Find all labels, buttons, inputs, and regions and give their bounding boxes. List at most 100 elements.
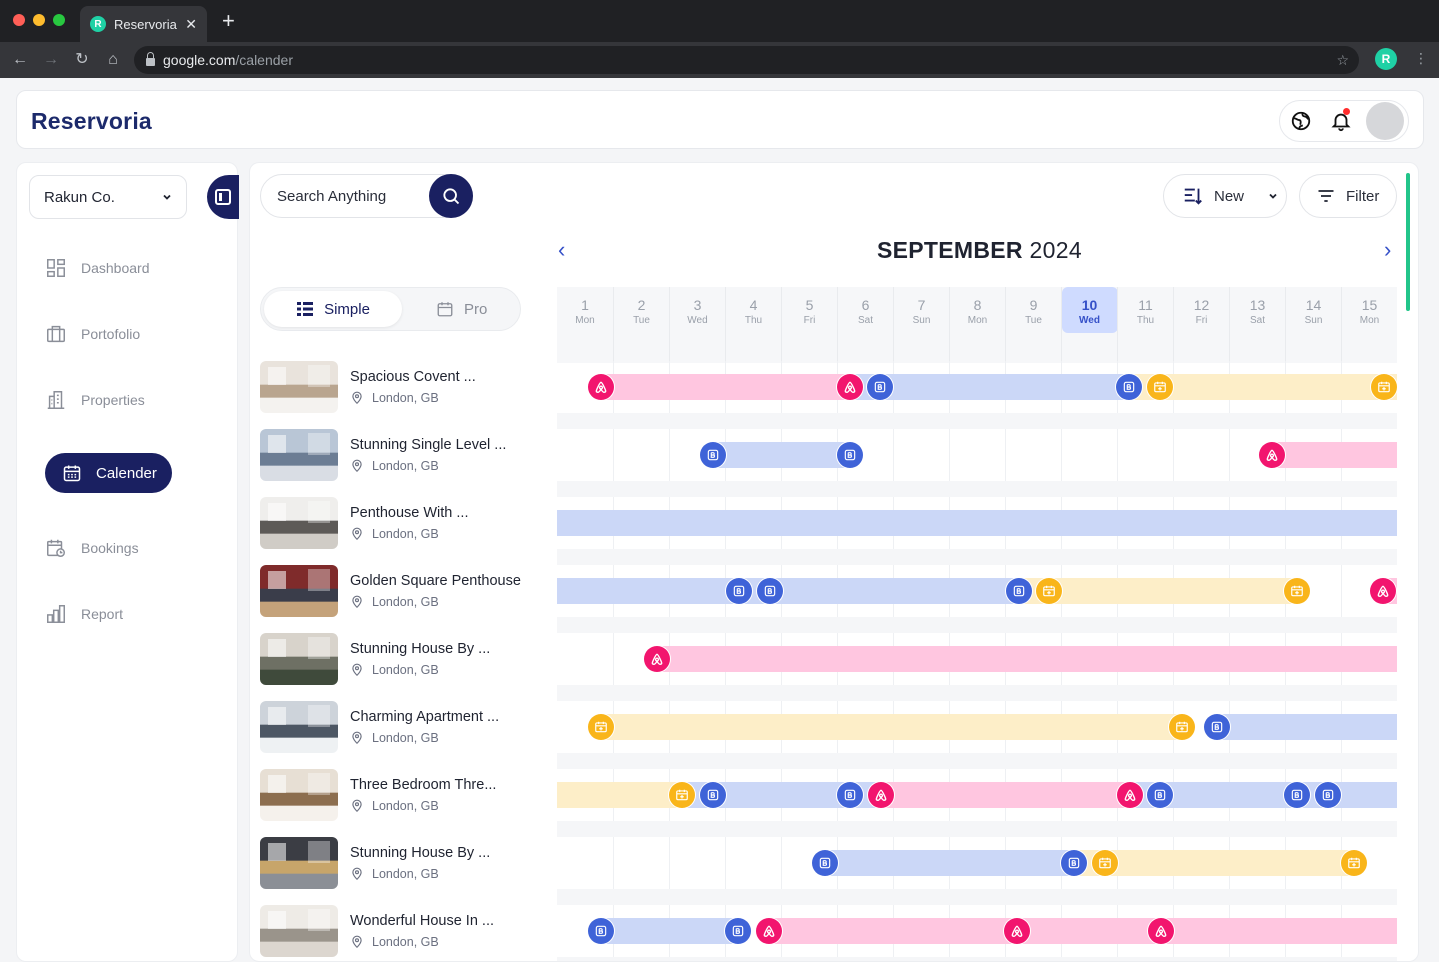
property-name[interactable]: Stunning Single Level ...	[350, 437, 506, 453]
property-cell[interactable]: Charming Apartment ... London, GB	[260, 701, 555, 753]
address-bar[interactable]: google.com /calender ☆	[134, 46, 1359, 74]
booking-bar[interactable]	[657, 646, 1397, 672]
booking-icon[interactable]	[1204, 714, 1230, 740]
airbnb-icon[interactable]	[644, 646, 670, 672]
table-row[interactable]: Stunning House By ... London, GB	[250, 837, 1418, 905]
collapse-sidebar-button[interactable]	[207, 175, 239, 219]
booking-icon[interactable]	[1315, 782, 1341, 808]
property-thumbnail[interactable]	[260, 633, 338, 685]
search-button[interactable]	[429, 174, 473, 218]
forward-icon[interactable]: →	[41, 50, 61, 70]
back-icon[interactable]: ←	[10, 50, 30, 70]
close-tab-icon[interactable]: ✕	[185, 16, 197, 33]
airbnb-icon[interactable]	[588, 374, 614, 400]
booking-bar[interactable]	[601, 714, 1182, 740]
booking-icon[interactable]	[1284, 782, 1310, 808]
sidebar-item-bookings[interactable]: Bookings	[45, 536, 139, 560]
day-column-header[interactable]: 15 Mon	[1341, 287, 1397, 363]
day-column-header[interactable]: 10 Wed	[1061, 287, 1118, 363]
property-cell[interactable]: Penthouse With ... London, GB	[260, 497, 555, 549]
property-cell[interactable]: Spacious Covent ... London, GB	[260, 361, 555, 413]
booking-bar[interactable]	[881, 782, 1130, 808]
table-row[interactable]: Stunning Single Level ... London, GB	[250, 429, 1418, 497]
minimize-window-button[interactable]	[33, 14, 45, 26]
property-cell[interactable]: Three Bedroom Thre... London, GB	[260, 769, 555, 821]
airbnb-icon[interactable]	[837, 374, 863, 400]
sidebar-item-portofolio[interactable]: Portofolio	[45, 322, 140, 346]
property-name[interactable]: Stunning House By ...	[350, 845, 490, 861]
airbnb-icon[interactable]	[1117, 782, 1143, 808]
table-row[interactable]: Penthouse With ... London, GB	[250, 497, 1418, 565]
property-name[interactable]: Spacious Covent ...	[350, 369, 476, 385]
day-column-header[interactable]: 13 Sat	[1229, 287, 1285, 363]
property-thumbnail[interactable]	[260, 429, 338, 481]
booking-icon[interactable]	[1116, 374, 1142, 400]
booking-bar[interactable]	[713, 442, 850, 468]
day-column-header[interactable]: 5 Fri	[781, 287, 837, 363]
booking-bar[interactable]	[825, 850, 1074, 876]
airbnb-icon[interactable]	[1004, 918, 1030, 944]
property-thumbnail[interactable]	[260, 837, 338, 889]
booking-icon[interactable]	[837, 442, 863, 468]
booking-icon[interactable]	[837, 782, 863, 808]
bell-icon[interactable]	[1328, 108, 1354, 134]
table-row[interactable]: Golden Square Penthouse London, GB	[250, 565, 1418, 633]
day-column-header[interactable]: 2 Tue	[613, 287, 669, 363]
airbnb-icon[interactable]	[868, 782, 894, 808]
property-thumbnail[interactable]	[260, 905, 338, 957]
bookmark-star-icon[interactable]: ☆	[1336, 52, 1349, 69]
home-icon[interactable]: ⌂	[103, 50, 123, 70]
property-cell[interactable]: Stunning Single Level ... London, GB	[260, 429, 555, 481]
booking-bar[interactable]	[1272, 442, 1397, 468]
property-cell[interactable]: Wonderful House In ... London, GB	[260, 905, 555, 957]
day-column-header[interactable]: 4 Thu	[725, 287, 781, 363]
user-avatar[interactable]	[1366, 102, 1404, 140]
maximize-window-button[interactable]	[53, 14, 65, 26]
booking-icon[interactable]	[1147, 782, 1173, 808]
property-cell[interactable]: Stunning House By ... London, GB	[260, 633, 555, 685]
profile-avatar-icon[interactable]: R	[1375, 48, 1397, 70]
day-column-header[interactable]: 11 Thu	[1117, 287, 1173, 363]
view-simple-button[interactable]: Simple	[264, 291, 402, 327]
airbnb-icon[interactable]	[756, 918, 782, 944]
booking-bar[interactable]	[557, 782, 682, 808]
direct-booking-icon[interactable]	[1169, 714, 1195, 740]
direct-booking-icon[interactable]	[1036, 578, 1062, 604]
property-cell[interactable]: Stunning House By ... London, GB	[260, 837, 555, 889]
booking-bar[interactable]	[557, 578, 1019, 604]
sidebar-item-dashboard[interactable]: Dashboard	[45, 256, 150, 280]
property-thumbnail[interactable]	[260, 361, 338, 413]
table-row[interactable]: Charming Apartment ... London, GB	[250, 701, 1418, 769]
day-column-header[interactable]: 9 Tue	[1005, 287, 1061, 363]
day-column-header[interactable]: 14 Sun	[1285, 287, 1341, 363]
scroll-indicator[interactable]	[1406, 173, 1410, 311]
search-input[interactable]: Search Anything	[260, 174, 473, 218]
airbnb-icon[interactable]	[1148, 918, 1174, 944]
booking-icon[interactable]	[867, 374, 893, 400]
day-column-header[interactable]: 3 Wed	[669, 287, 725, 363]
direct-booking-icon[interactable]	[588, 714, 614, 740]
booking-icon[interactable]	[1061, 850, 1087, 876]
next-month-icon[interactable]: ›	[1384, 239, 1391, 261]
browser-menu-icon[interactable]: ⋮	[1414, 50, 1428, 67]
property-name[interactable]: Charming Apartment ...	[350, 709, 499, 725]
property-thumbnail[interactable]	[260, 565, 338, 617]
company-select[interactable]: Rakun Co.	[29, 175, 187, 219]
previous-month-icon[interactable]: ‹	[558, 239, 565, 261]
property-cell[interactable]: Golden Square Penthouse London, GB	[260, 565, 555, 617]
booking-bar[interactable]	[1217, 714, 1397, 740]
property-name[interactable]: Stunning House By ...	[350, 641, 490, 657]
direct-booking-icon[interactable]	[1341, 850, 1367, 876]
sort-dropdown[interactable]: New	[1163, 174, 1287, 218]
booking-bar[interactable]	[601, 918, 738, 944]
close-window-button[interactable]	[13, 14, 25, 26]
property-name[interactable]: Three Bedroom Thre...	[350, 777, 496, 793]
property-thumbnail[interactable]	[260, 497, 338, 549]
sidebar-item-calender[interactable]: Calender	[45, 453, 172, 493]
booking-icon[interactable]	[812, 850, 838, 876]
sidebar-item-properties[interactable]: Properties	[45, 388, 145, 412]
day-column-header[interactable]: 8 Mon	[949, 287, 1005, 363]
booking-icon[interactable]	[700, 782, 726, 808]
sidebar-item-report[interactable]: Report	[45, 602, 123, 626]
globe-icon[interactable]	[1288, 108, 1314, 134]
